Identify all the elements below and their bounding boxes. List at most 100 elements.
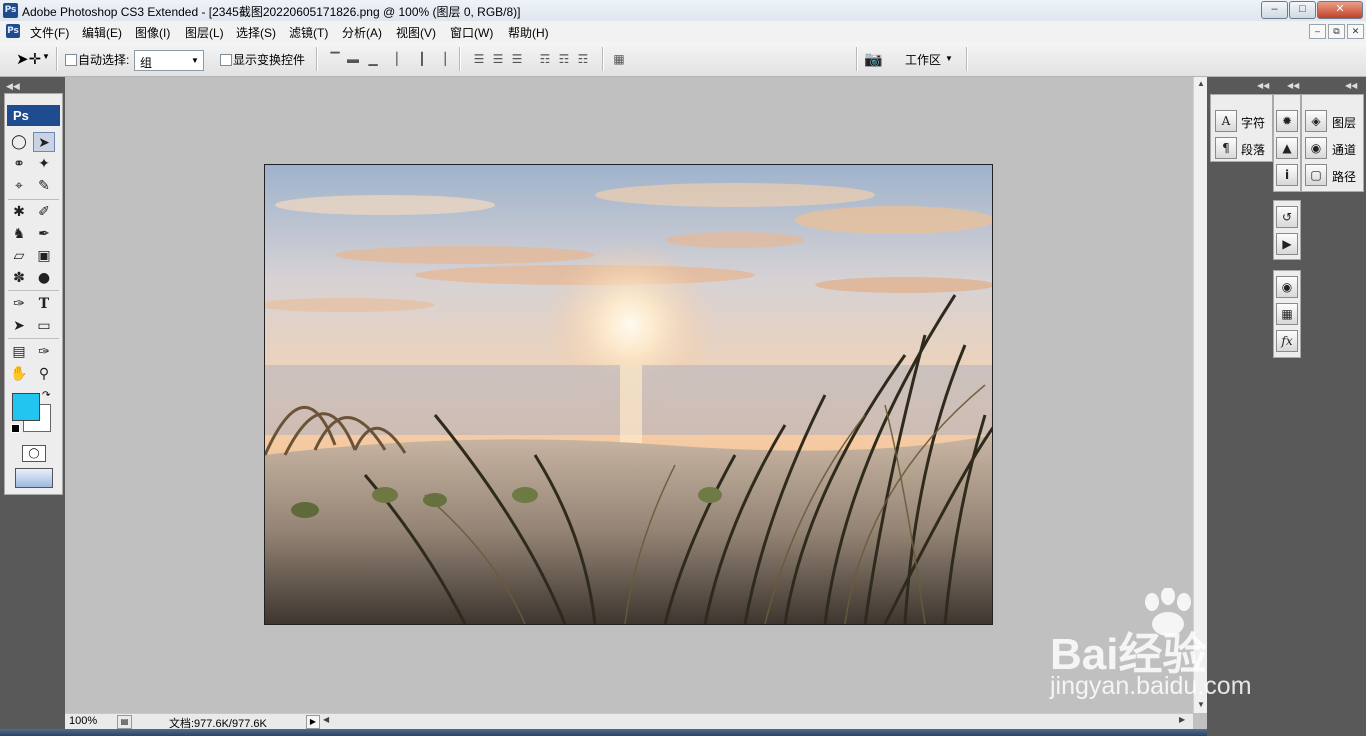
scroll-up-icon[interactable]: ▲ — [1197, 79, 1205, 88]
scroll-left-icon[interactable]: ◀ — [323, 715, 329, 724]
menu-edit[interactable]: 编辑(E) — [82, 24, 122, 41]
type-tool-icon[interactable]: T — [33, 294, 55, 314]
document-image[interactable] — [264, 164, 993, 625]
app-icon[interactable]: Ps — [3, 3, 18, 18]
divider — [316, 47, 318, 71]
color-palette-icon[interactable]: ◉ — [1276, 276, 1298, 298]
marquee-tool-icon[interactable]: ◯ — [8, 132, 30, 152]
doc-restore-button[interactable]: ⧉ — [1328, 24, 1345, 39]
crop-tool-icon[interactable]: ⌖ — [8, 176, 30, 196]
path-selection-tool-icon[interactable]: ➤ — [8, 316, 30, 336]
foreground-color-swatch[interactable] — [12, 393, 40, 421]
auto-select-label: 自动选择: — [78, 53, 130, 67]
swatches-grid-icon[interactable]: ▦ — [1276, 303, 1298, 325]
paragraph-icon[interactable]: ¶ — [1215, 137, 1237, 159]
distribute-left-icon[interactable]: ☶ — [538, 52, 552, 66]
move-tool-preset-icon[interactable]: ➤✛ — [16, 50, 41, 68]
blur-tool-icon[interactable]: ✽ — [8, 268, 30, 288]
menu-help[interactable]: 帮助(H) — [508, 24, 549, 41]
file-browser-icon[interactable]: 📷 — [864, 50, 883, 68]
distribute-top-icon[interactable]: ☰ — [472, 52, 486, 66]
zoom-tool-icon[interactable]: ⚲ — [33, 364, 55, 384]
workspace-label[interactable]: 工作区 — [905, 51, 941, 68]
swap-colors-icon[interactable]: ↷ — [42, 390, 50, 401]
move-tool-icon[interactable]: ➤ — [33, 132, 55, 152]
distribute-hcenter-icon[interactable]: ☶ — [557, 52, 571, 66]
info-icon[interactable]: i — [1276, 164, 1298, 186]
clone-stamp-tool-icon[interactable]: ♞ — [8, 224, 30, 244]
magic-wand-tool-icon[interactable]: ✦ — [33, 154, 55, 174]
auto-select-dropdown[interactable]: 组 ▼ — [134, 50, 204, 71]
align-vcenter-icon[interactable]: ▬ — [346, 52, 360, 66]
default-colors-icon[interactable] — [11, 424, 20, 433]
minimize-button[interactable]: – — [1261, 1, 1288, 19]
styles-fx-icon[interactable]: fx — [1276, 330, 1298, 352]
eraser-tool-icon[interactable]: ▱ — [8, 246, 30, 266]
auto-select-checkbox[interactable] — [65, 54, 77, 66]
character-panel-label[interactable]: 字符 — [1241, 114, 1265, 131]
hand-tool-icon[interactable]: ✋ — [8, 364, 30, 384]
history-dock: ↺ ▶ — [1273, 200, 1301, 260]
auto-align-icon[interactable]: ▦ — [612, 52, 626, 66]
doc-minimize-button[interactable]: – — [1309, 24, 1326, 39]
distribute-right-icon[interactable]: ☶ — [576, 52, 590, 66]
taskbar[interactable] — [0, 729, 1366, 736]
status-menu-arrow-icon[interactable]: ▶ — [306, 715, 320, 729]
menu-analysis[interactable]: 分析(A) — [342, 24, 382, 41]
layers-panel-label[interactable]: 图层 — [1332, 114, 1356, 131]
history-icon[interactable]: ↺ — [1276, 206, 1298, 228]
divider — [8, 290, 59, 291]
maximize-button[interactable]: □ — [1289, 1, 1316, 19]
channels-panel-label[interactable]: 通道 — [1332, 141, 1356, 158]
doc-close-button[interactable]: ✕ — [1347, 24, 1364, 39]
brush-tool-icon[interactable]: ✐ — [33, 202, 55, 222]
collapse-icon[interactable]: ◀◀ — [1287, 81, 1299, 90]
quick-mask-icon[interactable]: ◯ — [22, 445, 46, 462]
navigator-icon[interactable]: ✹ — [1276, 110, 1298, 132]
align-hcenter-icon[interactable]: ┃ — [415, 52, 429, 66]
history-brush-tool-icon[interactable]: ✒ — [33, 224, 55, 244]
chevron-down-icon[interactable]: ▼ — [42, 52, 50, 61]
channels-icon[interactable]: ◉ — [1305, 137, 1327, 159]
paths-icon[interactable]: ▢ — [1305, 164, 1327, 186]
dodge-tool-icon[interactable]: ● — [33, 268, 55, 288]
menu-image[interactable]: 图像(I) — [135, 24, 170, 41]
gradient-tool-icon[interactable]: ▣ — [33, 246, 55, 266]
lasso-tool-icon[interactable]: ⚭ — [8, 154, 30, 174]
paths-panel-label[interactable]: 路径 — [1332, 168, 1356, 185]
character-icon[interactable]: A — [1215, 110, 1237, 132]
zoom-preview-icon[interactable]: ▤ — [117, 715, 132, 729]
align-left-icon[interactable]: ▏ — [394, 52, 408, 66]
slice-tool-icon[interactable]: ✎ — [33, 176, 55, 196]
eyedropper-tool-icon[interactable]: ✑ — [33, 342, 55, 362]
close-button[interactable]: ✕ — [1317, 1, 1363, 19]
distribute-bottom-icon[interactable]: ☰ — [510, 52, 524, 66]
actions-icon[interactable]: ▶ — [1276, 233, 1298, 255]
collapse-icon[interactable]: ◀◀ — [1345, 81, 1357, 90]
menu-layer[interactable]: 图层(L) — [185, 24, 224, 41]
chevron-down-icon[interactable]: ▼ — [945, 54, 953, 63]
collapse-icon[interactable]: ◀◀ — [1257, 81, 1269, 90]
align-top-icon[interactable]: ▔ — [328, 52, 342, 66]
menu-window[interactable]: 窗口(W) — [450, 24, 493, 41]
menu-filter[interactable]: 滤镜(T) — [289, 24, 328, 41]
distribute-vcenter-icon[interactable]: ☰ — [491, 52, 505, 66]
align-bottom-icon[interactable]: ▁ — [366, 52, 380, 66]
menu-file[interactable]: 文件(F) — [30, 24, 69, 41]
show-transform-checkbox[interactable] — [220, 54, 232, 66]
document-icon[interactable]: Ps — [6, 24, 20, 38]
collapse-icon[interactable]: ◀◀ — [6, 81, 20, 92]
notes-tool-icon[interactable]: ▤ — [8, 342, 30, 362]
paragraph-panel-label[interactable]: 段落 — [1241, 141, 1265, 158]
zoom-level[interactable]: 100% — [69, 715, 97, 727]
spot-healing-tool-icon[interactable]: ✱ — [8, 202, 30, 222]
scroll-right-icon[interactable]: ▶ — [1179, 715, 1185, 724]
histogram-icon[interactable]: ▲ — [1276, 137, 1298, 159]
align-right-icon[interactable]: ▕ — [434, 52, 448, 66]
pen-tool-icon[interactable]: ✑ — [8, 294, 30, 314]
menu-view[interactable]: 视图(V) — [396, 24, 436, 41]
screen-mode-icon[interactable] — [15, 468, 53, 488]
menu-select[interactable]: 选择(S) — [236, 24, 276, 41]
shape-tool-icon[interactable]: ▭ — [33, 316, 55, 336]
layers-icon[interactable]: ◈ — [1305, 110, 1327, 132]
